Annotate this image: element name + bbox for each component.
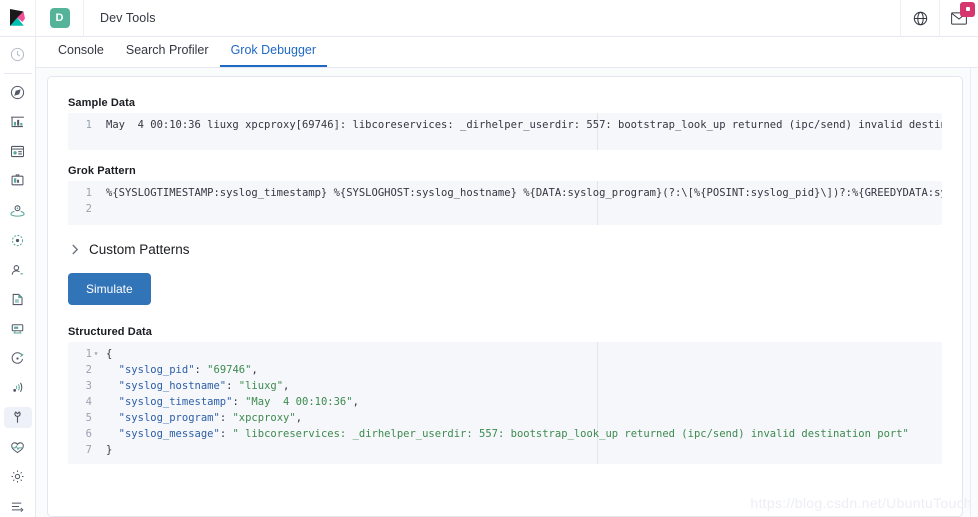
gutter-line-7: 7 [85, 444, 92, 456]
dashboard-icon [10, 144, 25, 159]
json-key-syslog-hostname: "syslog_hostname" [118, 380, 227, 392]
collapse-nav-icon [10, 499, 25, 514]
tab-grok-debugger[interactable]: Grok Debugger [219, 43, 328, 67]
sidebar-item-logs[interactable] [4, 288, 32, 310]
notification-badge [960, 1, 975, 17]
space-badge: D [49, 8, 70, 28]
gutter-line-5: 5 [85, 412, 92, 424]
sample-data-gutter: 1 [68, 113, 98, 150]
custom-patterns-label: Custom Patterns [89, 242, 190, 257]
nav-divider [3, 72, 32, 74]
canvas-icon [10, 173, 25, 188]
grok-debugger-panel: Sample Data 1 May 4 00:10:36 liuxg xpcpr… [47, 76, 963, 517]
sidebar-item-recently-viewed[interactable] [4, 44, 32, 66]
json-key-syslog-message: "syslog_message" [118, 428, 220, 440]
structured-data-json[interactable]: { "syslog_pid": "69746", "syslog_hostnam… [100, 342, 942, 462]
kibana-home-link[interactable] [0, 0, 36, 37]
sidebar-item-canvas[interactable] [4, 170, 32, 192]
visualize-bar-icon [10, 114, 25, 129]
management-gear-icon [10, 469, 25, 484]
json-value-syslog-message: " libcoreservices: _dirhelper_userdir: 5… [232, 428, 909, 440]
gutter-line-6: 6 [85, 428, 92, 440]
kibana-dev-tools-window: D Dev Tools Console Search Profiler Grok… [0, 0, 978, 517]
sidebar-item-siem[interactable] [4, 377, 32, 399]
json-key-syslog-program: "syslog_program" [118, 412, 220, 424]
gutter-line-2: 2 [85, 364, 92, 376]
sample-data-editor[interactable]: 1 May 4 00:10:36 liuxg xpcproxy[69746]: … [68, 113, 942, 150]
sidebar-item-collapse-nav[interactable] [4, 495, 32, 517]
help-button[interactable] [900, 0, 939, 37]
simulate-button[interactable]: Simulate [68, 273, 151, 305]
json-value-syslog-timestamp: "May 4 00:10:36" [245, 396, 353, 408]
gutter-line-4: 4 [85, 396, 92, 408]
sample-data-text[interactable]: May 4 00:10:36 liuxg xpcproxy[69746]: li… [100, 113, 942, 137]
sidebar-item-infrastructure[interactable] [4, 259, 32, 281]
json-key-syslog-timestamp: "syslog_timestamp" [118, 396, 233, 408]
fold-arrow-icon[interactable]: ▾ [92, 346, 100, 362]
maps-icon [10, 203, 25, 218]
json-comma-3: , [352, 396, 359, 408]
main-content: Sample Data 1 May 4 00:10:36 liuxg xpcpr… [36, 68, 978, 517]
json-comma-1: , [251, 364, 258, 376]
page-scrollbar[interactable] [970, 68, 978, 517]
json-comma-2: , [283, 380, 290, 392]
sample-data-label: Sample Data [68, 97, 136, 109]
page-title: Dev Tools [100, 11, 156, 25]
monitoring-icon [10, 440, 25, 455]
news-feed-button[interactable] [939, 0, 978, 37]
structured-data-gutter: 1 ▾ 2 3 4 5 6 7 [68, 342, 98, 464]
header-actions [900, 0, 978, 37]
grok-pattern-text[interactable]: %{SYSLOGTIMESTAMP:syslog_timestamp} %{SY… [100, 181, 942, 205]
json-key-syslog-pid: "syslog_pid" [118, 364, 195, 376]
sidebar-item-visualize[interactable] [4, 111, 32, 133]
discover-compass-icon [10, 85, 25, 100]
json-comma-4: , [295, 412, 303, 424]
apm-icon [10, 321, 25, 336]
space-switcher-button[interactable]: D [36, 0, 84, 37]
sidebar-item-apm[interactable] [4, 318, 32, 340]
grok-pattern-label: Grok Pattern [68, 165, 136, 177]
json-value-syslog-program: "xpcproxy" [232, 412, 296, 424]
top-header: D Dev Tools [0, 0, 978, 37]
gutter-line-3: 3 [85, 380, 92, 392]
json-close-brace: } [106, 444, 113, 456]
uptime-icon [10, 351, 25, 366]
sidebar-item-maps[interactable] [4, 200, 32, 222]
chevron-right-icon [68, 243, 82, 257]
help-globe-icon [913, 11, 928, 26]
sidebar-item-dashboard[interactable] [4, 141, 32, 163]
sidebar-item-management[interactable] [4, 466, 32, 488]
structured-data-label: Structured Data [68, 326, 153, 338]
sidebar-item-dev-tools[interactable] [3, 406, 32, 429]
recently-viewed-icon [10, 47, 25, 62]
custom-patterns-toggle[interactable]: Custom Patterns [68, 242, 942, 257]
dev-tools-wrench-icon [10, 410, 25, 425]
json-value-syslog-hostname: "liuxg" [238, 380, 284, 392]
logs-icon [10, 292, 25, 307]
infrastructure-icon [10, 262, 25, 277]
tab-search-profiler[interactable]: Search Profiler [115, 43, 220, 67]
structured-data-editor[interactable]: 1 ▾ 2 3 4 5 6 7 { "syslog_pid": "69746", … [68, 342, 942, 464]
json-value-syslog-pid: "69746" [207, 364, 252, 376]
grok-pattern-gutter: 1 2 [68, 181, 98, 225]
machine-learning-icon [10, 233, 25, 248]
sidebar-item-uptime[interactable] [4, 348, 32, 370]
gutter-line-1: 1 ▾ [85, 348, 99, 360]
json-open-brace: { [106, 348, 113, 360]
grok-pattern-editor[interactable]: 1 2 %{SYSLOGTIMESTAMP:syslog_timestamp} … [68, 181, 942, 225]
primary-navigation [0, 37, 36, 517]
tab-console[interactable]: Console [47, 43, 115, 67]
sidebar-item-discover[interactable] [4, 81, 32, 103]
siem-icon [10, 380, 25, 395]
sidebar-item-machine-learning[interactable] [4, 229, 32, 251]
kibana-logo-icon [9, 9, 26, 27]
dev-tools-tabs: Console Search Profiler Grok Debugger [36, 37, 978, 68]
sidebar-item-monitoring[interactable] [4, 436, 32, 458]
